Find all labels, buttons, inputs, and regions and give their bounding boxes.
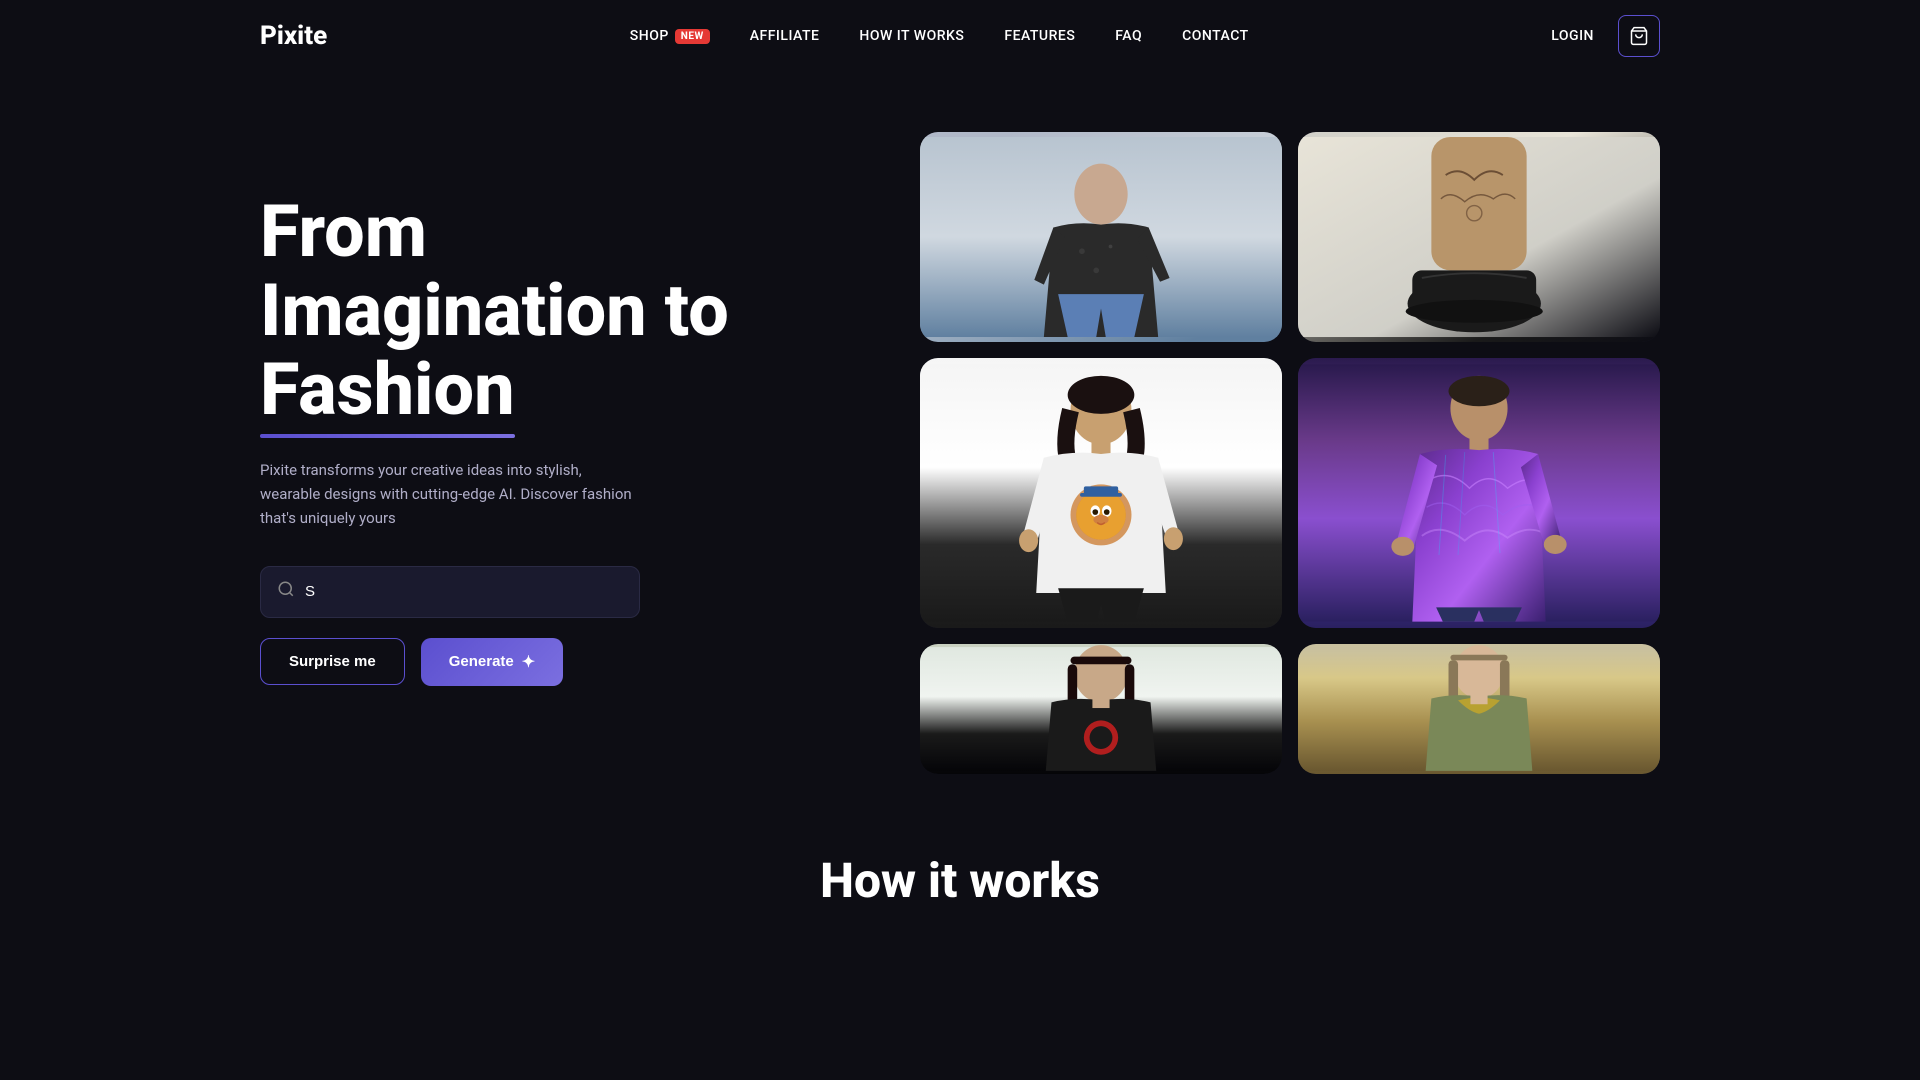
logo[interactable]: Pixite xyxy=(260,21,327,51)
nav-item-how-it-works[interactable]: HOW IT WORKS xyxy=(859,28,964,44)
fashion-image-5 xyxy=(920,644,1282,774)
nav-item-faq[interactable]: FAQ xyxy=(1115,28,1142,44)
hero-title: From Imagination to Fashion xyxy=(260,192,840,430)
header-right: LOGIN xyxy=(1551,15,1660,57)
search-bar xyxy=(260,566,640,618)
hero-left: From Imagination to Fashion Pixite trans… xyxy=(260,132,840,686)
fashion-card-6 xyxy=(1298,644,1660,774)
fashion-image-3-svg xyxy=(920,358,1282,628)
fashion-image-4 xyxy=(1298,358,1660,628)
login-button[interactable]: LOGIN xyxy=(1551,28,1594,44)
fashion-image-2-svg xyxy=(1298,132,1660,342)
header: Pixite SHOP NEW AFFILIATE HOW IT WORKS F… xyxy=(0,0,1920,72)
nav-shop-label: SHOP xyxy=(630,28,669,44)
search-icon xyxy=(277,580,295,603)
sparkle-icon: ✦ xyxy=(522,652,535,672)
fashion-card-3 xyxy=(920,358,1282,628)
nav-item-shop[interactable]: SHOP NEW xyxy=(630,28,710,44)
nav-item-affiliate[interactable]: AFFILIATE xyxy=(750,28,820,44)
fashion-image-2 xyxy=(1298,132,1660,342)
fashion-image-6 xyxy=(1298,644,1660,774)
fashion-image-4-svg xyxy=(1298,358,1660,628)
cart-icon xyxy=(1629,26,1649,46)
fashion-image-1 xyxy=(920,132,1282,342)
main-nav: SHOP NEW AFFILIATE HOW IT WORKS FEATURES… xyxy=(630,28,1249,44)
nav-item-contact[interactable]: CONTACT xyxy=(1182,28,1249,44)
generate-button[interactable]: Generate ✦ xyxy=(421,638,563,686)
fashion-card-2 xyxy=(1298,132,1660,342)
fashion-card-5 xyxy=(920,644,1282,774)
fashion-card-4 xyxy=(1298,358,1660,628)
how-it-works-title: How it works xyxy=(0,852,1920,909)
fashion-image-1-svg xyxy=(920,132,1282,342)
surprise-me-button[interactable]: Surprise me xyxy=(260,638,405,685)
nav-shop-badge: NEW xyxy=(675,29,710,44)
cart-button[interactable] xyxy=(1618,15,1660,57)
hero-subtitle: Pixite transforms your creative ideas in… xyxy=(260,458,640,530)
fashion-image-5-svg xyxy=(920,644,1282,774)
search-input[interactable] xyxy=(305,583,623,600)
nav-item-features[interactable]: FEATURES xyxy=(1004,28,1075,44)
fashion-image-3 xyxy=(920,358,1282,628)
button-row: Surprise me Generate ✦ xyxy=(260,638,840,686)
hero-section: From Imagination to Fashion Pixite trans… xyxy=(0,72,1920,792)
fashion-card-1 xyxy=(920,132,1282,342)
fashion-image-6-svg xyxy=(1298,644,1660,774)
hero-image-grid xyxy=(840,132,1660,774)
how-it-works-section: How it works xyxy=(0,792,1920,949)
